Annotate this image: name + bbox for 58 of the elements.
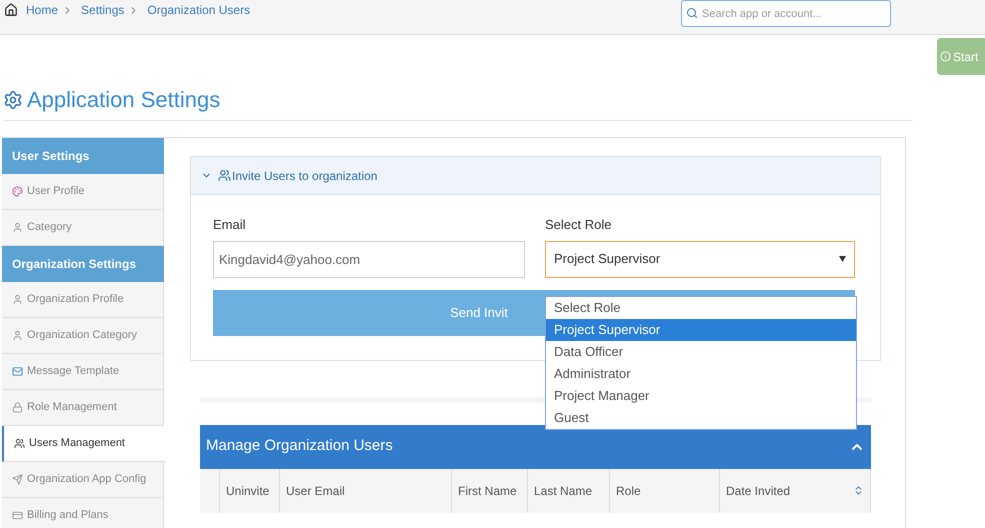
email-field[interactable]: Kingdavid4@yahoo.com — [213, 240, 525, 278]
card-icon — [12, 510, 23, 521]
role-select[interactable]: Project Supervisor — [545, 240, 855, 278]
info-icon — [940, 51, 951, 62]
breadcrumb-link[interactable]: Settings — [81, 1, 124, 19]
column-header[interactable]: Last Name — [528, 468, 610, 512]
sidebar-label: Organization Category — [27, 328, 138, 344]
sidebar-item[interactable]: Role Management — [2, 390, 164, 426]
role-option[interactable]: Select Role — [546, 297, 856, 319]
sidebar-item[interactable]: Message Template — [2, 354, 164, 390]
column-header[interactable]: First Name — [452, 468, 528, 512]
user-icon — [12, 294, 23, 305]
column-header[interactable]: Uninvite — [220, 468, 280, 512]
mail-icon — [12, 366, 23, 377]
breadcrumb-link[interactable]: Organization Users — [147, 1, 250, 19]
sidebar-label: Organization Profile — [27, 292, 124, 308]
column-header[interactable]: User Email — [280, 468, 452, 512]
role-label: Select Role — [545, 216, 612, 234]
users-icon — [14, 438, 25, 449]
breadcrumb-link[interactable]: Home — [26, 1, 58, 19]
column-header[interactable]: Date Invited — [720, 468, 871, 512]
page-title: Application Settings — [27, 86, 220, 114]
sidebar-label: Billing and Plans — [27, 508, 108, 524]
caret-icon — [839, 256, 846, 262]
role-option[interactable]: Project Manager — [546, 385, 856, 407]
sidebar-item[interactable]: User Profile — [2, 174, 164, 210]
users-icon — [218, 169, 231, 182]
sidebar-item[interactable]: Billing and Plans — [2, 498, 164, 528]
sidebar-item[interactable]: Organization Profile — [2, 282, 164, 318]
sidebar-label: Category — [27, 220, 72, 236]
sidebar-header: Organization Settings — [2, 246, 164, 282]
sidebar-label: Users Management — [29, 436, 125, 452]
role-option[interactable]: Guest — [546, 407, 856, 429]
sidebar-item[interactable]: Organization App Config — [2, 462, 164, 498]
sidebar-label: Role Management — [27, 400, 117, 416]
sidebar-item[interactable]: Category — [2, 210, 164, 246]
sort-icon — [853, 485, 864, 496]
home-icon — [4, 3, 18, 17]
panel-title: Invite Users to organization — [232, 168, 378, 184]
palette-icon — [12, 186, 23, 197]
user-icon — [12, 222, 23, 233]
lock-icon — [12, 402, 23, 413]
role-option[interactable]: Project Supervisor — [546, 319, 856, 341]
sidebar-item[interactable]: Organization Category — [2, 318, 164, 354]
role-option[interactable]: Data Officer — [546, 341, 856, 363]
search-field[interactable]: Search app or account... — [681, 0, 891, 27]
sidebar-item[interactable]: Users Management — [2, 426, 166, 462]
email-label: Email — [213, 216, 247, 234]
table-title: Manage Organization Users — [206, 436, 393, 456]
user-icon — [12, 330, 23, 341]
sidebar-label: User Profile — [27, 184, 84, 200]
sidebar-header: User Settings — [2, 138, 164, 174]
search-icon — [686, 7, 698, 19]
sidebar-label: Message Template — [27, 364, 120, 380]
role-option[interactable]: Administrator — [546, 363, 856, 385]
panel-header[interactable]: Invite Users to organization — [191, 157, 880, 195]
sidebar-label: Organization App Config — [27, 472, 146, 488]
column-header[interactable]: Role — [610, 468, 720, 512]
